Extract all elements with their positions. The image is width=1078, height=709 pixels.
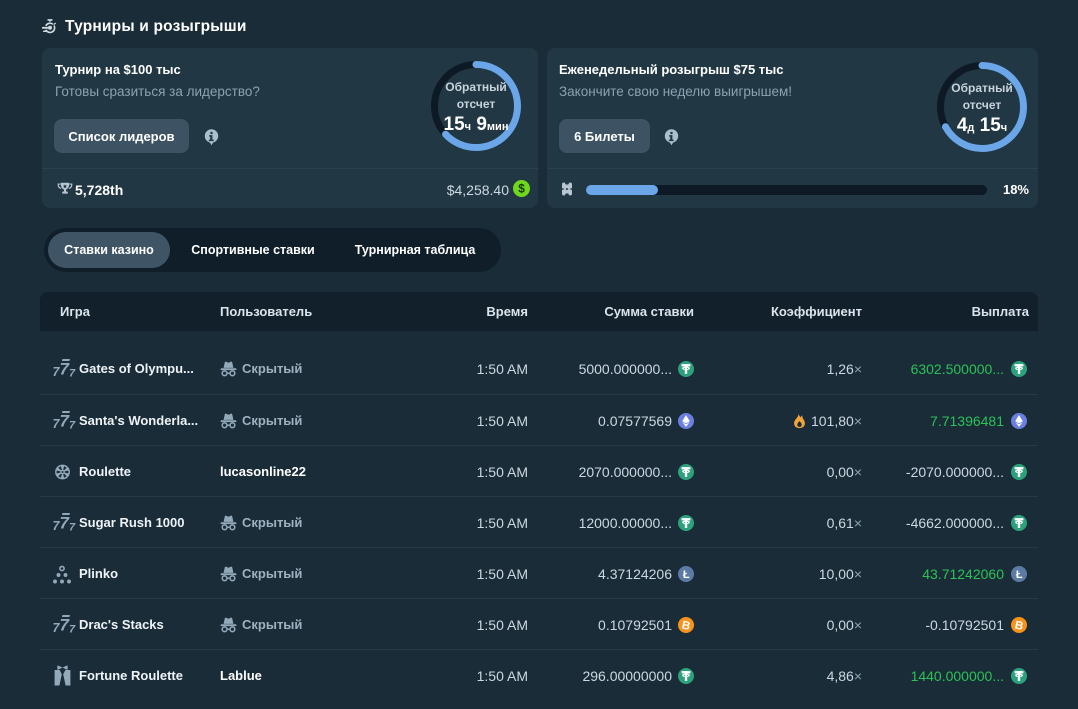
svg-text:Ł: Ł [683,569,690,581]
svg-text:7: 7 [69,419,76,431]
svg-text:7: 7 [69,623,76,635]
svg-text:7: 7 [69,367,76,379]
svg-text:Ł: Ł [1016,569,1023,581]
svg-text:$: $ [518,182,525,196]
svg-text:7: 7 [69,521,76,533]
